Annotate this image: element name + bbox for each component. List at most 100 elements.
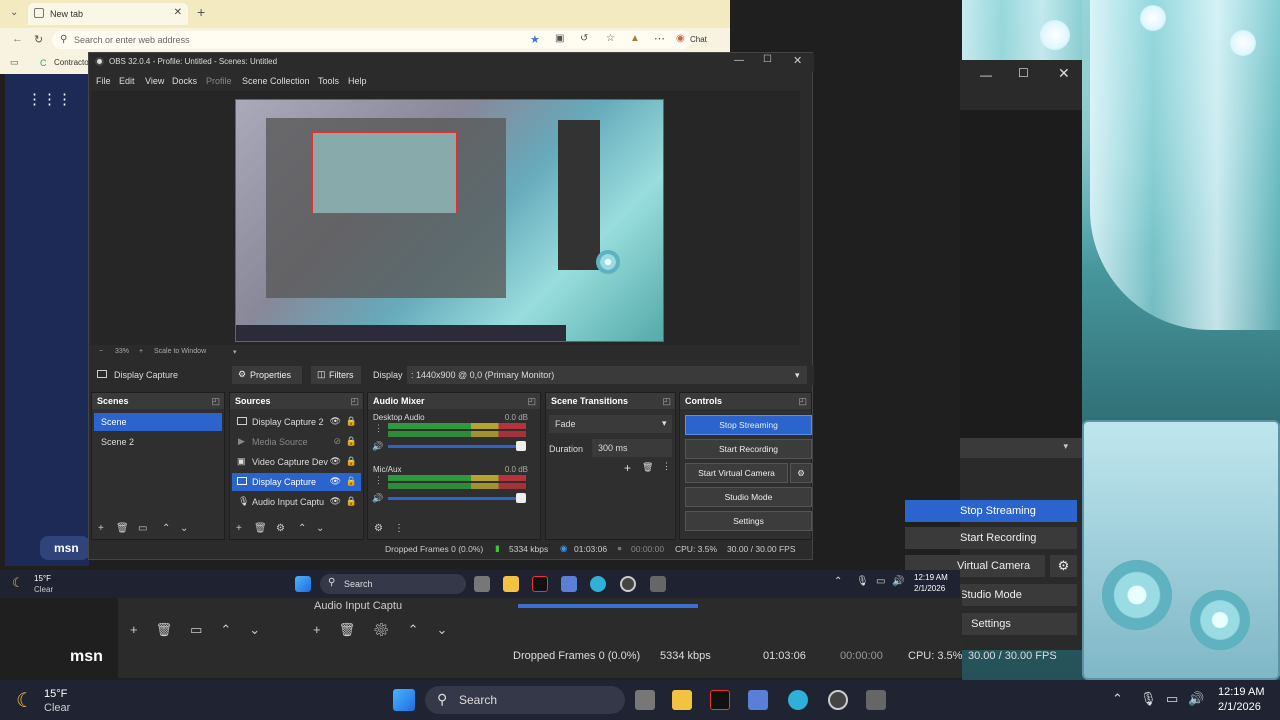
task-view-icon[interactable] [635,690,655,710]
speaker-icon[interactable]: 🔊 [372,493,383,504]
maximize-icon[interactable]: ☐ [1018,66,1029,80]
preview-canvas[interactable] [235,99,664,342]
clock-date[interactable]: 2/1/2026 [1218,701,1261,713]
wallet-icon[interactable]: ▲ [630,33,640,44]
favorite-star-icon[interactable]: ★ [530,33,540,46]
source-item[interactable]: ▣ Video Capture Dev 👁 🔒 [232,453,361,471]
menu-view[interactable]: View [145,76,164,86]
favorites-icon[interactable]: ☆ [606,33,615,44]
tab-actions-icon[interactable]: ⌄ [10,7,18,18]
visibility-off-icon[interactable]: ⊘ [333,436,341,447]
transitions-dock-undock-icon[interactable]: ◰ [662,396,671,407]
start-icon[interactable] [393,689,415,711]
file-explorer-icon[interactable] [672,690,692,710]
obs-close-icon[interactable]: ✕ [793,54,802,67]
display-select[interactable]: : 1440x900 @ 0,0 (Primary Monitor) [407,366,807,384]
app-icon-2[interactable] [866,690,886,710]
edge-icon[interactable] [590,576,606,592]
tiktok-icon[interactable] [532,576,548,592]
menu-docks[interactable]: Docks [172,76,197,86]
lock-icon[interactable]: 🔒 [346,476,357,487]
extensions-icon[interactable]: ▣ [555,33,564,44]
minimize-icon[interactable]: — [980,68,992,82]
scale-mode-dropdown-icon[interactable]: ▾ [233,348,237,356]
menu-help[interactable]: Help [348,76,367,86]
virtual-camera-settings-gear-icon[interactable]: ⚙ [790,463,812,483]
scene-item[interactable]: Scene 2 [94,433,222,451]
stop-streaming-button[interactable]: Stop Streaming [685,415,812,435]
transition-dropdown-icon[interactable]: ▾ [662,418,667,429]
refresh-icon[interactable]: ↻ [34,33,43,46]
menu-edit[interactable]: Edit [119,76,135,86]
clock-date[interactable]: 2/1/2026 [914,584,945,593]
scene-item[interactable]: Scene [94,413,222,431]
filters-button[interactable]: ◫ Filters [311,366,361,384]
mic-tray-icon[interactable]: 🎙 [856,576,869,587]
add-transition-icon[interactable]: + [624,461,631,475]
back-start-recording-button[interactable]: Start Recording [905,527,1077,549]
lock-icon[interactable]: 🔒 [346,456,357,467]
back-stop-streaming-button[interactable]: Stop Streaming [905,500,1077,522]
visibility-eye-icon[interactable]: 👁 [330,476,341,487]
back-obs-dropdown[interactable]: ▾ [960,438,1082,458]
chat-button[interactable]: Chat [690,35,707,44]
more-icon[interactable]: ⋯ [654,32,665,45]
speaker-icon[interactable]: 🔊 [372,441,383,452]
file-explorer-icon[interactable] [503,576,519,592]
source-item[interactable]: 🎙 Audio Input Captu 👁 🔒 [232,493,361,511]
menu-file[interactable]: File [96,76,111,86]
remove-scene-icon[interactable]: 🗑 [116,523,129,534]
lock-icon[interactable]: 🔒 [346,436,357,447]
network-icon[interactable]: ▭ [876,576,885,587]
studio-mode-button[interactable]: Studio Mode [685,487,812,507]
preview-area[interactable] [91,91,800,345]
settings-button[interactable]: Settings [685,511,812,531]
favorite-link[interactable]: Contracto [54,58,89,67]
menu-tools[interactable]: Tools [318,76,339,86]
taskbar-search[interactable]: Search [425,686,625,714]
move-scene-down-icon[interactable]: ⌄ [180,523,188,534]
close-icon[interactable]: ✕ [1058,65,1070,82]
clock-time[interactable]: 12:19 AM [1218,686,1264,698]
volume-icon[interactable]: 🔊 [892,576,904,587]
advanced-audio-icon[interactable]: ⚙ [374,523,383,534]
copilot-icon[interactable]: ◉ [676,33,685,44]
back-source-toolbar[interactable]: +🗑⚙⌃⌄ [313,622,465,638]
back-virtual-camera-gear-icon[interactable]: ⚙ [1050,555,1077,577]
properties-button[interactable]: ⚙ Properties [232,366,302,384]
taskbar-search[interactable]: Search [320,574,466,594]
remove-transition-icon[interactable]: 🗑 [642,462,653,473]
desktop-audio-slider[interactable] [388,445,526,448]
tab-close-icon[interactable]: ✕ [174,7,182,18]
new-tab-icon[interactable]: + [197,4,205,20]
tray-chevron-icon[interactable]: ⌃ [834,576,842,587]
visibility-eye-icon[interactable]: 👁 [330,416,341,427]
obs-taskbar-icon[interactable] [620,576,636,592]
source-item[interactable]: ▶ Media Source ⊘ 🔒 [232,433,361,451]
duration-input[interactable]: 300 ms [592,439,672,457]
scenes-dock-undock-icon[interactable]: ◰ [211,396,220,407]
mic-aux-menu-icon[interactable]: ⋮ [374,475,383,486]
obs-maximize-icon[interactable]: ☐ [763,54,772,65]
transition-select[interactable]: Fade [549,415,672,433]
visibility-eye-icon[interactable]: 👁 [330,496,341,507]
menu-profile[interactable]: Profile [206,76,232,86]
desktop-audio-slider-handle[interactable] [516,441,526,451]
network-icon[interactable]: ▭ [1166,691,1178,707]
clock-time[interactable]: 12:19 AM [914,573,948,582]
scale-mode[interactable]: Scale to Window [154,348,206,355]
tab-new-tab[interactable]: New tab ✕ [28,3,188,25]
start-virtual-camera-button[interactable]: Start Virtual Camera [685,463,788,483]
address-bar[interactable]: Search or enter web address [52,31,692,49]
zoom-in-icon[interactable]: + [139,348,143,355]
add-scene-icon[interactable]: + [98,523,104,534]
display-dropdown-icon[interactable]: ▾ [795,370,800,381]
app-icon[interactable] [748,690,768,710]
sync-icon[interactable]: ↺ [580,33,588,44]
sources-dock-undock-icon[interactable]: ◰ [350,396,359,407]
tiktok-icon[interactable] [710,690,730,710]
zoom-out-icon[interactable]: − [99,348,103,355]
volume-icon[interactable]: 🔊 [1188,691,1204,707]
remove-source-icon[interactable]: 🗑 [254,523,267,534]
audio-menu-icon[interactable]: ⋮ [394,523,404,534]
